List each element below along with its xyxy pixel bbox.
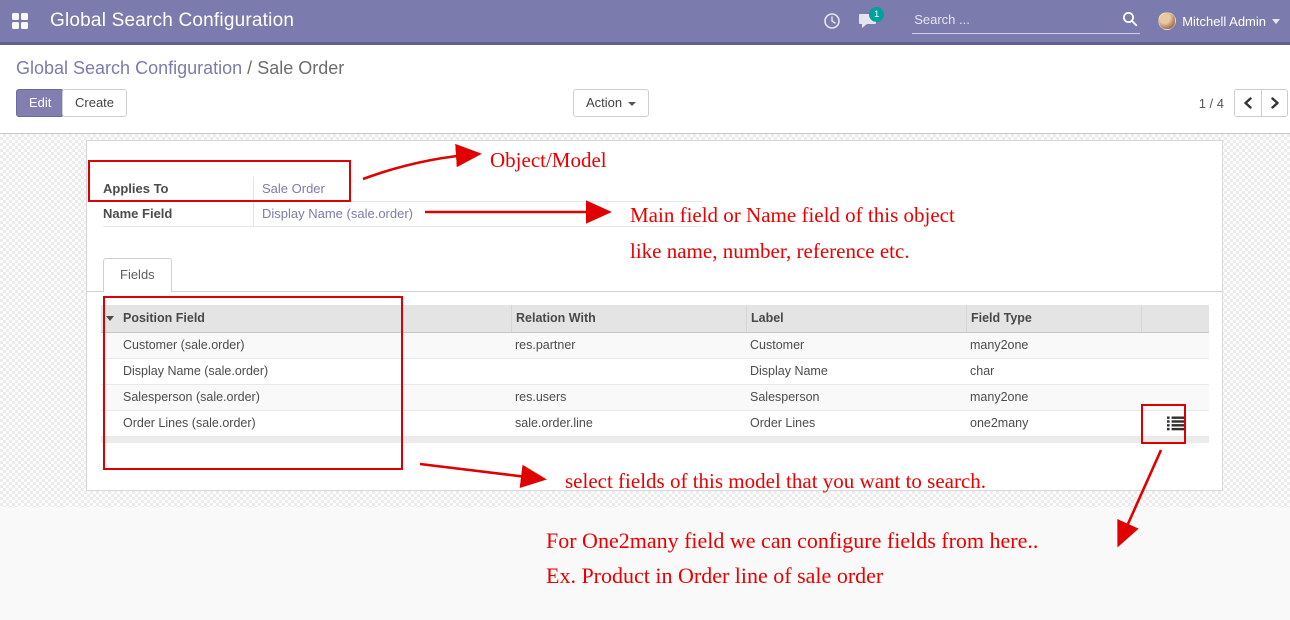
cell-position-field: Salesperson (sale.order) <box>119 385 511 410</box>
action-dropdown-button[interactable]: Action <box>573 89 649 117</box>
form-fields: Applies To Sale Order Name Field Display… <box>103 177 703 227</box>
list-ul-icon <box>1167 416 1184 431</box>
search-input[interactable] <box>912 8 1140 34</box>
activity-clock-icon[interactable] <box>814 0 850 44</box>
pager-count: 1 / 4 <box>1199 96 1224 111</box>
header-label[interactable]: Label <box>746 305 966 332</box>
cell-relation-with: res.users <box>511 385 746 410</box>
clock-icon <box>823 12 841 30</box>
table-header-row: Position Field Relation With Label Field… <box>101 305 1209 333</box>
user-menu[interactable]: Mitchell Admin <box>1154 0 1290 44</box>
table-footer-strip <box>101 437 1209 443</box>
messages-icon[interactable]: 1 <box>850 0 886 44</box>
app-title: Global Search Configuration <box>50 10 294 32</box>
edit-button[interactable]: Edit <box>16 89 64 117</box>
user-name: Mitchell Admin <box>1182 14 1266 29</box>
cell-relation-with: res.partner <box>511 333 746 358</box>
table-row[interactable]: Customer (sale.order) res.partner Custom… <box>101 333 1209 359</box>
message-count-badge: 1 <box>869 7 884 22</box>
form-sheet: Applies To Sale Order Name Field Display… <box>86 140 1223 491</box>
table-row[interactable]: Display Name (sale.order) Display Name c… <box>101 359 1209 385</box>
cell-field-type: many2one <box>966 333 1141 358</box>
create-button[interactable]: Create <box>62 89 127 117</box>
caret-down-icon <box>106 316 114 321</box>
cell-label: Display Name <box>746 359 966 384</box>
breadcrumb: Global Search Configuration / Sale Order <box>16 58 344 79</box>
cell-position-field: Customer (sale.order) <box>119 333 511 358</box>
pager: 1 / 4 <box>1199 89 1288 117</box>
chevron-left-icon <box>1243 97 1253 109</box>
name-field-label: Name Field <box>103 202 253 226</box>
pager-next-button[interactable] <box>1261 90 1287 116</box>
avatar <box>1158 12 1176 30</box>
cell-field-type: char <box>966 359 1141 384</box>
global-search <box>912 8 1140 34</box>
breadcrumb-current: Sale Order <box>257 58 344 78</box>
search-icon[interactable] <box>1122 11 1138 32</box>
apps-menu-icon[interactable] <box>0 0 40 44</box>
header-relation-with[interactable]: Relation With <box>511 305 746 332</box>
cell-label: Order Lines <box>746 411 966 436</box>
grid-icon <box>12 13 28 29</box>
cell-relation-with <box>511 359 746 384</box>
notebook-divider <box>87 291 1222 292</box>
applies-to-value-link[interactable]: Sale Order <box>253 177 703 201</box>
sort-indicator[interactable] <box>101 305 119 332</box>
page-footer-background <box>0 507 1290 620</box>
table-row[interactable]: Order Lines (sale.order) sale.order.line… <box>101 411 1209 437</box>
cell-position-field: Order Lines (sale.order) <box>119 411 511 436</box>
field-row-applies-to: Applies To Sale Order <box>103 177 703 202</box>
header-field-type[interactable]: Field Type <box>966 305 1141 332</box>
control-panel: Global Search Configuration / Sale Order… <box>0 48 1290 134</box>
navbar-right: 1 Mitchell Admin <box>814 0 1290 44</box>
cell-label: Salesperson <box>746 385 966 410</box>
breadcrumb-parent-link[interactable]: Global Search Configuration <box>16 58 242 78</box>
chevron-right-icon <box>1270 97 1280 109</box>
configure-one2many-button[interactable] <box>1167 416 1184 431</box>
cell-position-field: Display Name (sale.order) <box>119 359 511 384</box>
cell-label: Customer <box>746 333 966 358</box>
cell-relation-with: sale.order.line <box>511 411 746 436</box>
top-navbar: Global Search Configuration 1 <box>0 0 1290 45</box>
control-panel-buttons: Edit Create Action 1 / 4 <box>0 89 1290 117</box>
applies-to-label: Applies To <box>103 177 253 201</box>
fields-table: Position Field Relation With Label Field… <box>101 305 1209 443</box>
name-field-value-link[interactable]: Display Name (sale.order) <box>253 202 703 226</box>
screen: Global Search Configuration 1 <box>0 0 1290 620</box>
field-row-name-field: Name Field Display Name (sale.order) <box>103 202 703 227</box>
cell-field-type: one2many <box>966 411 1141 436</box>
tab-fields[interactable]: Fields <box>103 258 172 292</box>
chevron-down-icon <box>628 102 636 106</box>
action-label: Action <box>586 95 622 110</box>
chevron-down-icon <box>1272 19 1280 24</box>
header-position-field[interactable]: Position Field <box>119 305 511 332</box>
cell-field-type: many2one <box>966 385 1141 410</box>
pager-previous-button[interactable] <box>1235 90 1261 116</box>
breadcrumb-separator: / <box>247 58 252 78</box>
header-actions <box>1141 305 1209 332</box>
table-row[interactable]: Salesperson (sale.order) res.users Sales… <box>101 385 1209 411</box>
